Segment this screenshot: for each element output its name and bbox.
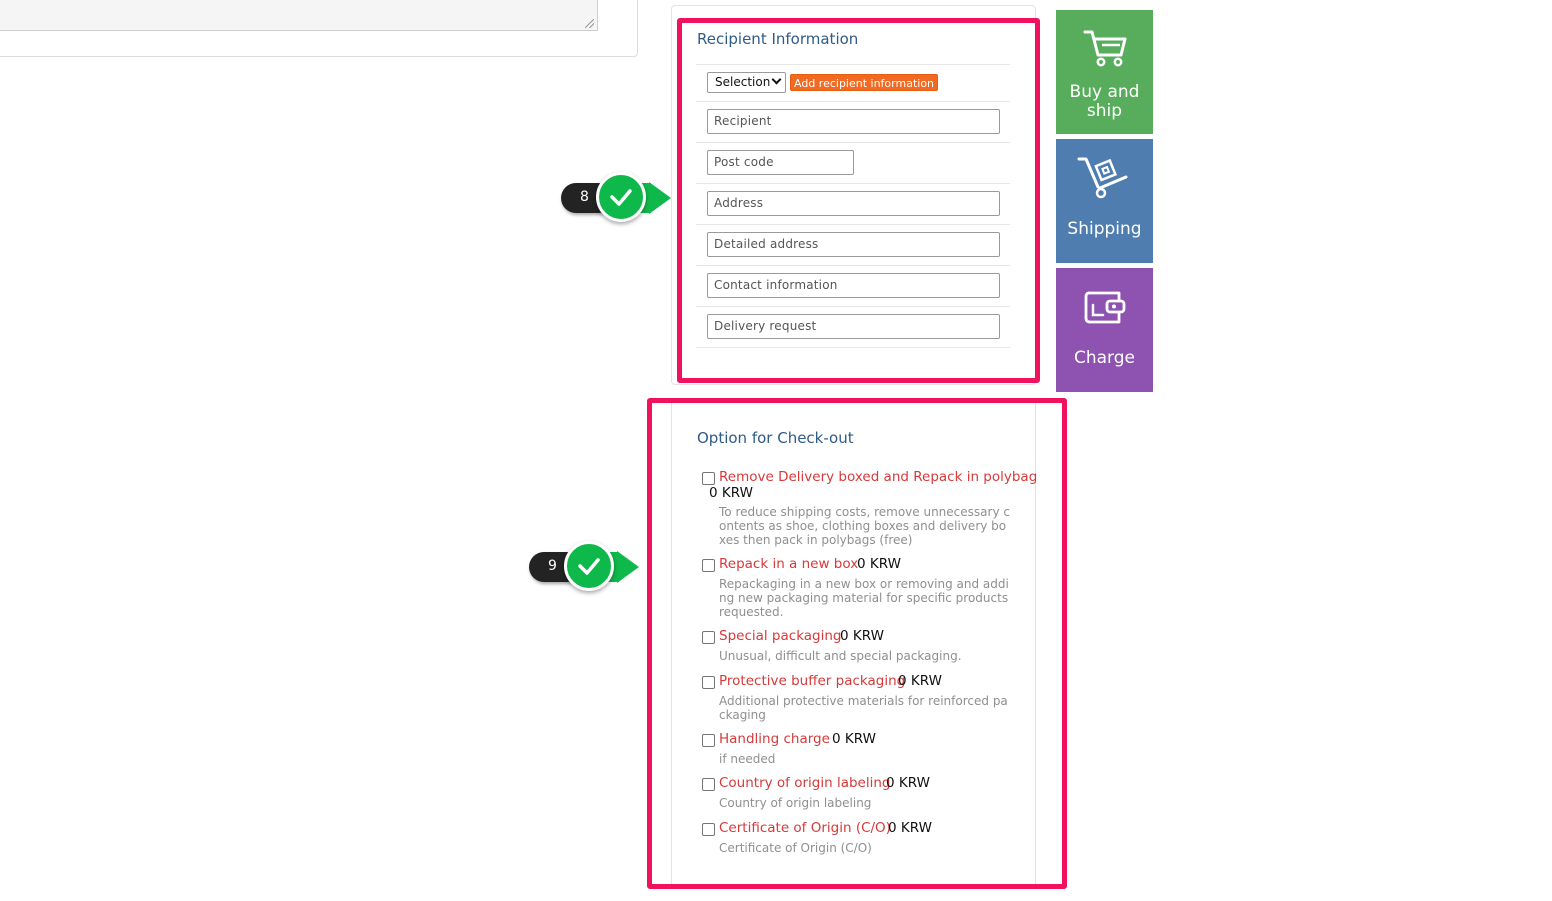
buy-and-ship-label-line1: Buy and — [1069, 82, 1140, 102]
buy-and-ship-label-line2: ship — [1086, 101, 1123, 121]
step-number: 8 — [580, 189, 589, 205]
step-badge-9: 9 — [529, 539, 641, 595]
badge-arrow-icon — [649, 182, 671, 214]
step-number: 9 — [548, 558, 557, 574]
checkout-options-highlight-frame — [647, 398, 1067, 889]
wallet-icon — [1084, 291, 1126, 324]
memo-textarea[interactable] — [0, 0, 598, 31]
buy-and-ship-tile[interactable]: Buy and ship — [1056, 10, 1153, 134]
charge-tile[interactable]: Charge — [1056, 268, 1153, 392]
resize-grip-icon[interactable] — [585, 19, 594, 28]
charge-label: Charge — [1073, 348, 1135, 368]
hand-truck-icon — [1077, 157, 1128, 199]
check-icon — [564, 541, 614, 591]
badge-arrow-icon — [617, 551, 639, 583]
shipping-label: Shipping — [1067, 219, 1142, 239]
check-icon — [596, 172, 646, 222]
cart-icon — [1083, 30, 1127, 67]
recipient-highlight-frame — [677, 18, 1040, 383]
shipping-tile[interactable]: Shipping — [1056, 139, 1153, 263]
step-badge-8: 8 — [561, 170, 673, 226]
